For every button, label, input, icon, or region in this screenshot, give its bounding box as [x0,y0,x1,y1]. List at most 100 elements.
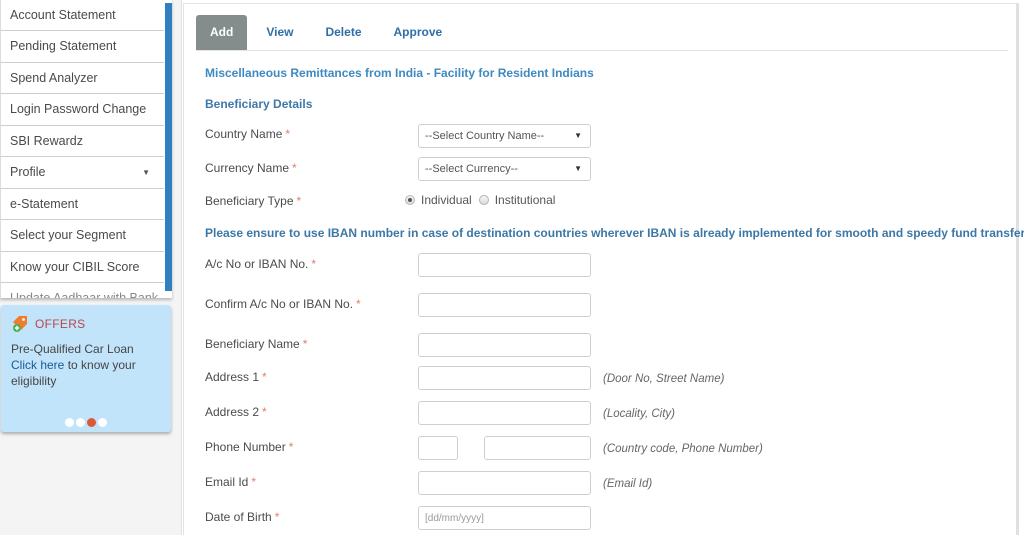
confirm-account-no-input[interactable] [418,293,591,317]
dropdown-arrow-icon: ▼ [574,131,582,140]
offers-panel: OFFERS Pre-Qualified Car Loan Click here… [1,305,171,432]
country-select[interactable]: --Select Country Name-- ▼ [418,124,591,148]
iban-notice: Please ensure to use IBAN number in case… [205,226,1024,240]
carousel-dot[interactable] [65,418,74,427]
phone-label: Phone Number * [205,440,293,454]
radio-individual[interactable] [405,195,415,205]
sidebar-item-label: Account Statement [10,8,116,22]
address2-input[interactable] [418,401,591,425]
sidebar-item-cibil-score[interactable]: Know your CIBIL Score [0,251,164,283]
address2-label: Address 2 * [205,405,267,419]
currency-select[interactable]: --Select Currency-- ▼ [418,157,591,181]
label-text: A/c No or IBAN No. [205,257,309,271]
sidebar-item-label: e-Statement [10,196,79,211]
required-marker: * [356,297,361,311]
email-input[interactable] [418,471,591,495]
label-text: Country Name [205,127,283,141]
phone-country-code-input[interactable] [418,436,458,460]
sidebar-item-label: Pending Statement [10,39,117,53]
sidebar-item-login-password-change[interactable]: Login Password Change [0,94,164,126]
sidebar-item-select-segment[interactable]: Select your Segment [0,220,164,252]
offer-click-here-link[interactable]: Click here [11,358,64,372]
address1-hint: (Door No, Street Name) [603,373,725,385]
caret-down-icon: ▼ [142,168,150,177]
account-no-label: A/c No or IBAN No. * [205,257,316,271]
required-marker: * [302,337,308,351]
sidebar-item-sbi-rewardz[interactable]: SBI Rewardz [0,125,164,157]
left-column: Account Statement Pending Statement Spen… [0,0,182,535]
label-text: Address 1 [205,370,260,384]
sidebar-item-label: Know your CIBIL Score [10,259,140,274]
select-value: --Select Country Name-- [425,130,545,142]
offers-title: OFFERS [35,317,86,331]
radio-institutional[interactable] [478,195,489,205]
beneficiary-type-radio-group: Individual Institutional [405,193,562,207]
required-marker: * [292,161,297,175]
beneficiary-name-input[interactable] [418,333,591,357]
label-text: Email Id [205,475,249,489]
radio-label-institutional[interactable]: Institutional [495,193,556,207]
confirm-account-no-label: Confirm A/c No or IBAN No. * [205,297,361,311]
sidebar-menu: Account Statement Pending Statement Spen… [0,0,172,298]
label-text: Address 2 [205,405,260,419]
sidebar-item-profile[interactable]: Profile ▼ [0,157,164,189]
sidebar-item-e-statement[interactable]: e-Statement [0,188,164,220]
required-marker: * [251,475,257,489]
sidebar-item-pending-statement[interactable]: Pending Statement [0,31,164,63]
label-text: Beneficiary Name [205,337,300,351]
dropdown-arrow-icon: ▼ [574,164,582,173]
dob-input[interactable]: [dd/mm/yyyy] [418,506,591,530]
account-no-input[interactable] [418,253,591,277]
required-marker: * [262,405,267,419]
offers-text: Pre-Qualified Car Loan Click here to kno… [11,341,161,389]
sidebar-item-label: Update Aadhaar with Bank [10,291,159,298]
radio-label-individual[interactable]: Individual [421,193,472,207]
offer-headline: Pre-Qualified Car Loan [11,342,134,356]
tab-view[interactable]: View [253,15,306,50]
tab-bar: Add View Delete Approve [196,15,1008,51]
sidebar-item-label: SBI Rewardz [10,133,83,148]
label-text: Date of Birth [205,510,272,524]
phone-hint: (Country code, Phone Number) [603,443,763,455]
required-marker: * [285,127,291,141]
carousel-dot-active[interactable] [87,418,96,427]
currency-label: Currency Name * [205,161,297,175]
address2-hint: (Locality, City) [603,408,675,420]
carousel-dot[interactable] [76,418,85,427]
tab-add[interactable]: Add [196,15,248,50]
page-title: Miscellaneous Remittances from India - F… [205,66,594,80]
beneficiary-name-label: Beneficiary Name * [205,337,307,351]
sidebar-item-label: Spend Analyzer [10,70,98,85]
required-marker: * [274,510,280,524]
beneficiary-type-label: Beneficiary Type * [205,194,301,208]
tab-delete[interactable]: Delete [312,15,374,50]
main-panel: Add View Delete Approve Miscellaneous Re… [183,3,1024,535]
required-marker: * [288,440,294,454]
phone-number-input[interactable] [484,436,591,460]
address1-label: Address 1 * [205,370,267,384]
carousel-dot[interactable] [98,418,107,427]
required-marker: * [262,370,267,384]
dob-placeholder: [dd/mm/yyyy] [425,513,484,524]
sidebar-scrollbar[interactable] [165,3,172,291]
dob-label: Date of Birth * [205,510,279,524]
email-hint: (Email Id) [603,478,653,490]
sidebar-item-label: Profile [10,165,46,179]
required-marker: * [311,257,317,271]
label-text: Beneficiary Type [205,194,294,208]
country-label: Country Name * [205,127,290,141]
sidebar-item-spend-analyzer[interactable]: Spend Analyzer [0,62,164,94]
sidebar-item-label: Login Password Change [10,102,147,116]
section-heading: Beneficiary Details [205,97,313,111]
select-value: --Select Currency-- [425,163,518,175]
required-marker: * [296,194,302,208]
label-text: Phone Number [205,440,286,454]
address1-input[interactable] [418,366,591,390]
label-text: Currency Name [205,161,290,175]
email-label: Email Id * [205,475,256,489]
sidebar-item-label: Select your Segment [10,228,127,242]
tab-approve[interactable]: Approve [381,15,456,50]
sidebar-item-account-statement[interactable]: Account Statement [0,0,164,31]
sidebar-item-update-aadhaar[interactable]: Update Aadhaar with Bank [0,283,164,298]
label-text: Confirm A/c No or IBAN No. [205,297,354,311]
